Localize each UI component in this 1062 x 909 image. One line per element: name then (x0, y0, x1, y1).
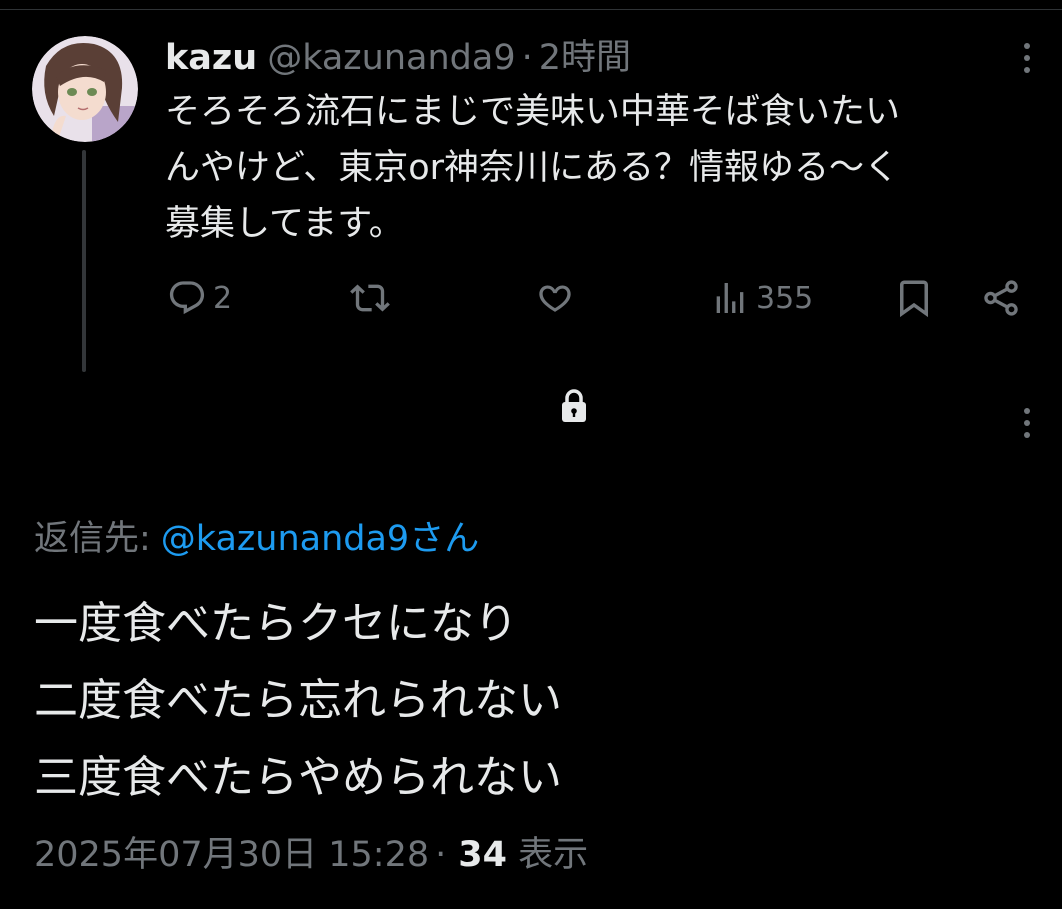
thread-line (82, 150, 86, 372)
avatar-image (32, 36, 138, 142)
retweet-button[interactable] (350, 272, 396, 324)
views-button[interactable]: 355 (710, 272, 813, 324)
reply-tweet-text: 一度食べたらクセになり 二度食べたら忘れられない 三度食べたらやめられない (34, 585, 562, 816)
reply-line: 一度食べたらクセになり (34, 598, 518, 649)
tweet-meta: 2025年07月30日 15:28 · 34 表示 (34, 830, 588, 880)
separator-dot: · (435, 835, 447, 875)
reply-to-label: 返信先: (34, 519, 151, 559)
reply-to-line: 返信先: @kazunanda9さん (34, 514, 479, 564)
views-label: 表示 (518, 835, 589, 875)
user-handle[interactable]: @kazunanda9 (267, 38, 515, 78)
top-divider (0, 9, 1062, 10)
tweet-timestamp[interactable]: 2025年07月30日 15:28 (34, 835, 429, 875)
reply-button[interactable]: 2 (167, 272, 232, 324)
views-count[interactable]: 34 (458, 835, 507, 875)
reply-line: 二度食べたら忘れられない (34, 675, 562, 726)
lock-icon (558, 388, 590, 424)
reply-icon (169, 281, 205, 315)
bookmark-icon (900, 280, 928, 318)
heart-icon (539, 285, 571, 312)
like-button[interactable] (535, 272, 581, 324)
retweet-icon (350, 284, 390, 312)
more-options-icon[interactable] (1017, 38, 1037, 78)
reply-more-options-icon[interactable] (1017, 403, 1037, 443)
parent-tweet-text: そろそろ流石にまじで美味い中華そば食いたい んやけど、東京or神奈川にある？情報… (165, 92, 901, 244)
analytics-icon (716, 283, 744, 313)
bookmark-button[interactable] (893, 272, 935, 324)
display-name[interactable]: kazu (165, 38, 257, 78)
reply-to-mention-link[interactable]: @kazunanda9さん (161, 519, 479, 559)
tweet-time[interactable]: 2時間 (539, 38, 631, 78)
share-icon (984, 280, 1018, 316)
share-button[interactable] (980, 272, 1022, 324)
parent-tweet-header: kazu @kazunanda9 · 2時間 (165, 34, 631, 82)
reply-count: 2 (213, 280, 233, 316)
reply-line: 三度食べたらやめられない (34, 752, 562, 803)
separator-dot: · (521, 38, 533, 78)
avatar[interactable] (32, 36, 138, 142)
tweet-actions: 2 355 (165, 272, 1035, 324)
view-count: 355 (756, 280, 814, 316)
